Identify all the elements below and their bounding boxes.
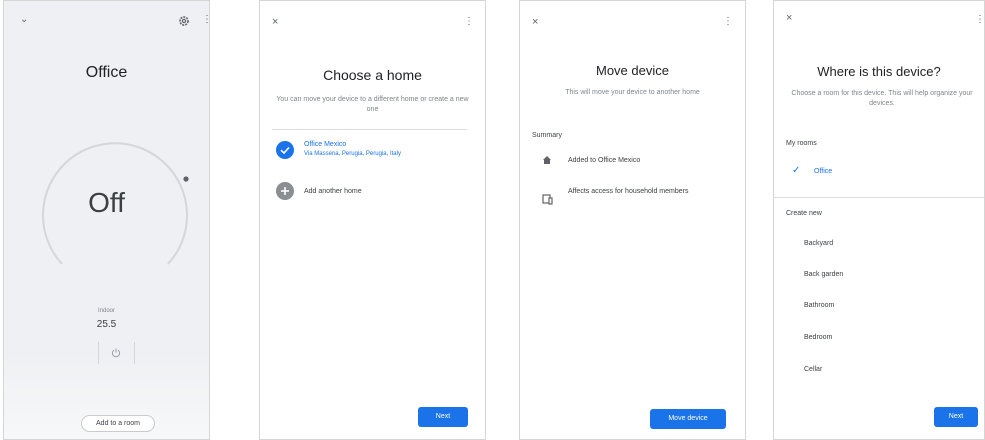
close-icon[interactable]: × (786, 13, 792, 24)
choose-home-screen: × ⋮ Choose a home You can move your devi… (259, 0, 486, 440)
move-device-button[interactable]: Move device (650, 409, 726, 429)
selected-room-label: Office (814, 168, 833, 175)
gear-icon[interactable] (178, 15, 190, 27)
room-option[interactable]: Back garden (804, 270, 843, 280)
home-name: Office Mexico (304, 141, 347, 148)
page-title: Where is this device? (817, 64, 941, 79)
page-subtitle: This will move your device to another ho… (565, 89, 700, 96)
more-vert-icon[interactable]: ⋮ (975, 15, 984, 25)
home-option-office[interactable]: Office Mexico Via Massena, Perugia, Peru… (272, 138, 472, 166)
divider (134, 342, 135, 364)
summary-row-home: Added to Office Mexico (568, 157, 641, 164)
check-icon: ✓ (792, 165, 801, 176)
my-rooms-label: My rooms (786, 140, 817, 147)
device-control-screen: ⌄ ⋮ Office Off Indoor 25.5 Add to a room (3, 0, 210, 440)
choose-room-screen: × ⋮ Where is this device? Choose a room … (773, 0, 985, 440)
room-name: Office (85, 64, 128, 81)
add-another-home-label: Add another home (304, 188, 362, 195)
page-title: Move device (596, 63, 669, 78)
dial-handle (183, 176, 189, 182)
add-to-room-button[interactable]: Add to a room (81, 415, 155, 432)
room-option-office[interactable]: ✓ Office (786, 163, 976, 181)
power-icon[interactable] (110, 347, 122, 359)
chevron-down-icon[interactable]: ⌄ (20, 15, 28, 25)
check-circle-icon (276, 141, 294, 159)
add-another-home-option[interactable]: Add another home (272, 181, 472, 203)
page-subtitle: You can move your device to a different … (276, 96, 469, 114)
home-icon (543, 156, 551, 164)
next-button[interactable]: Next (934, 407, 978, 427)
indoor-temperature: 25.5 (96, 319, 117, 330)
power-state: Off (88, 187, 125, 218)
close-icon[interactable]: × (272, 17, 278, 28)
summary-row-access: Affects access for household members (568, 188, 689, 195)
room-option[interactable]: Cellar (804, 365, 822, 375)
page-subtitle: Choose a room for this device. This will… (791, 90, 973, 108)
close-icon[interactable]: × (532, 17, 538, 28)
create-new-label: Create new (786, 210, 822, 217)
room-option[interactable]: Backyard (804, 239, 833, 249)
divider (774, 197, 984, 198)
more-vert-icon[interactable]: ⋮ (464, 17, 474, 27)
indoor-label: Indoor (97, 308, 115, 314)
divider (98, 342, 99, 364)
page-title: Choose a home (323, 67, 422, 83)
room-option[interactable]: Bedroom (804, 333, 832, 343)
next-button[interactable]: Next (418, 407, 468, 427)
summary-label: Summary (532, 132, 562, 139)
move-device-screen: × ⋮ Move device This will move your devi… (519, 0, 746, 440)
home-address: Via Massena, Perugia, Perugia, Italy (304, 151, 401, 157)
devices-icon (542, 194, 553, 205)
add-circle-icon (276, 182, 294, 200)
more-vert-icon[interactable]: ⋮ (723, 17, 733, 27)
more-vert-icon[interactable]: ⋮ (202, 15, 209, 25)
room-option[interactable]: Bathroom (804, 301, 834, 311)
divider (272, 129, 467, 130)
